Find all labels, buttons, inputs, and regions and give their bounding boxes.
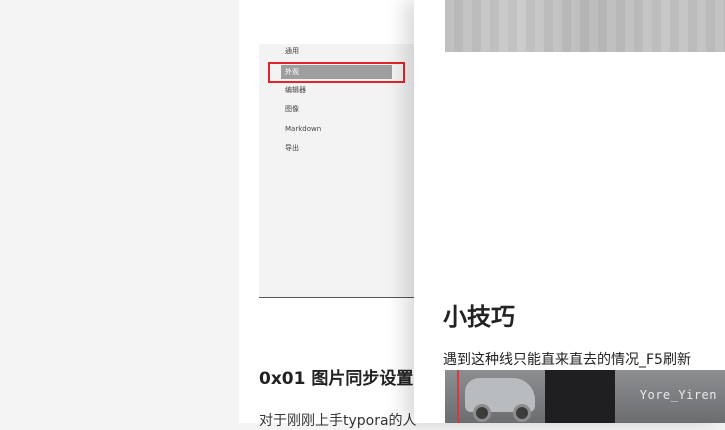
settings-screenshot-image: 通用 外观 编辑器 图像 Markdown 导出 [259, 44, 415, 298]
settings-menu-item-markdown: Markdown [285, 125, 322, 133]
tips-paragraph: 遇到这种线只能直来直去的情况_F5刷新 [443, 352, 691, 368]
photo-image: Yore_Yiren [445, 370, 725, 423]
blurred-image [445, 0, 725, 52]
foreground-document-page: 小技巧 遇到这种线只能直来直去的情况_F5刷新 Yore_Yiren [414, 0, 725, 423]
wheel-shape [473, 404, 491, 422]
section-heading: 0x01 图片同步设置 [259, 369, 414, 389]
section-paragraph: 对于刚刚上手typora的人 [259, 413, 417, 429]
settings-menu-item-image: 图像 [285, 105, 299, 113]
person-silhouette [545, 370, 615, 423]
wheel-shape [513, 404, 531, 422]
left-margin [0, 0, 239, 423]
settings-menu-item-general: 通用 [285, 47, 299, 55]
tips-heading: 小技巧 [443, 303, 515, 331]
image-red-border [457, 370, 459, 423]
horizontal-rule [259, 297, 419, 298]
red-highlight-box [268, 62, 405, 83]
image-watermark: Yore_Yiren [639, 388, 717, 402]
settings-menu-item-editor: 编辑器 [285, 86, 306, 94]
settings-menu-item-export: 导出 [285, 144, 299, 152]
